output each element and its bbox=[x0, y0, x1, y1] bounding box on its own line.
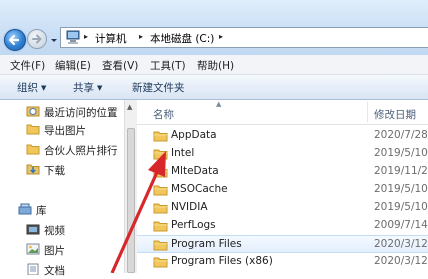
breadcrumb-separator[interactable]: ▸ bbox=[139, 32, 143, 41]
column-date-modified[interactable]: 修改日期 bbox=[374, 107, 416, 122]
back-button[interactable] bbox=[4, 29, 26, 51]
folder-icon bbox=[153, 240, 168, 251]
menu-edit[interactable]: 编辑(E) bbox=[55, 58, 91, 73]
table-row[interactable]: AppData 2020/7/28 bbox=[137, 127, 428, 145]
sort-caret-icon: ▲ bbox=[216, 100, 222, 108]
folder-icon bbox=[153, 203, 168, 214]
recent-pages-dropdown-icon[interactable] bbox=[50, 35, 58, 45]
nav-label: 导出图片 bbox=[44, 125, 86, 137]
file-name: Intel bbox=[171, 147, 195, 159]
table-row[interactable]: NVIDIA 2019/5/10 bbox=[137, 199, 428, 217]
table-row[interactable]: Program Files (x86) 2020/3/12 bbox=[137, 253, 428, 271]
downloads-icon bbox=[26, 164, 40, 175]
folder-icon bbox=[153, 185, 168, 196]
pictures-library-icon bbox=[26, 243, 40, 255]
nav-label: 最近访问的位置 bbox=[44, 107, 118, 119]
file-name: MlteData bbox=[171, 165, 219, 177]
forward-button[interactable] bbox=[27, 29, 47, 49]
nav-item-pictures[interactable]: 图片 bbox=[26, 241, 124, 259]
nav-label: 合伙人照片排行 bbox=[44, 145, 118, 157]
scroll-up-icon[interactable]: ▲ bbox=[127, 103, 132, 111]
breadcrumb-computer[interactable]: 计算机 bbox=[95, 31, 127, 46]
column-header: ▲ 名称 修改日期 bbox=[137, 100, 428, 125]
nav-item-partner-photos[interactable]: 合伙人照片排行 bbox=[26, 141, 124, 159]
navigation-scrollbar[interactable]: ▲ bbox=[124, 100, 137, 273]
table-row[interactable]: Intel 2019/5/10 bbox=[137, 145, 428, 163]
nav-label: 库 bbox=[36, 205, 47, 217]
table-row[interactable]: Program Files 2020/3/12 bbox=[137, 235, 428, 253]
video-library-icon bbox=[26, 224, 40, 235]
file-name: Program Files (x86) bbox=[171, 255, 273, 267]
new-folder-button[interactable]: 新建文件夹 bbox=[132, 80, 185, 95]
computer-icon bbox=[66, 30, 80, 44]
file-date: 2019/5/10 bbox=[374, 201, 428, 213]
table-row[interactable]: MSOCache 2019/5/10 bbox=[137, 181, 428, 199]
nav-item-export-images[interactable]: 导出图片 bbox=[26, 121, 124, 139]
organize-button[interactable]: 组织 ▼ bbox=[17, 80, 46, 95]
share-button[interactable]: 共享 ▼ bbox=[73, 80, 102, 95]
column-divider[interactable] bbox=[367, 102, 368, 122]
documents-library-icon bbox=[27, 263, 39, 275]
file-list: ▲ 名称 修改日期 AppData 2020/7/28 Intel 2019/5/10… bbox=[137, 100, 428, 273]
file-name: MSOCache bbox=[171, 183, 228, 195]
folder-icon bbox=[153, 131, 168, 142]
library-icon bbox=[18, 203, 32, 215]
scrollbar-thumb[interactable] bbox=[127, 128, 135, 273]
nav-item-downloads[interactable]: 下载 bbox=[26, 161, 124, 179]
file-date: 2020/3/12 bbox=[374, 238, 428, 250]
table-row[interactable]: MlteData 2019/11/25 bbox=[137, 163, 428, 181]
nav-item-libraries[interactable]: 库 bbox=[18, 201, 116, 219]
file-date: 2020/7/28 bbox=[374, 129, 428, 141]
menu-view[interactable]: 查看(V) bbox=[102, 58, 138, 73]
breadcrumb-separator[interactable]: ▸ bbox=[84, 32, 88, 41]
recent-places-icon bbox=[26, 106, 40, 117]
breadcrumb-local-disk[interactable]: 本地磁盘 (C:) bbox=[150, 31, 214, 46]
file-name: PerfLogs bbox=[171, 219, 216, 231]
command-bar: 组织 ▼ 共享 ▼ 新建文件夹 bbox=[0, 75, 428, 100]
menu-bar: 文件(F) 编辑(E) 查看(V) 工具(T) 帮助(H) bbox=[0, 55, 428, 75]
address-box[interactable]: ▸ 计算机 ▸ 本地磁盘 (C:) ▸ bbox=[60, 27, 428, 48]
folder-icon bbox=[153, 257, 168, 268]
folder-icon bbox=[153, 149, 168, 160]
menu-file[interactable]: 文件(F) bbox=[10, 58, 45, 73]
folder-icon bbox=[153, 167, 168, 178]
file-name: Program Files bbox=[171, 238, 242, 250]
file-name: NVIDIA bbox=[171, 201, 208, 213]
folder-icon bbox=[153, 221, 168, 232]
chevron-down-icon: ▼ bbox=[97, 84, 103, 92]
breadcrumb-separator[interactable]: ▸ bbox=[219, 32, 223, 41]
chevron-down-icon: ▼ bbox=[41, 84, 47, 92]
folder-icon bbox=[26, 144, 40, 155]
file-date: 2019/11/25 bbox=[374, 165, 428, 177]
file-date: 2020/3/12 bbox=[374, 255, 428, 267]
menu-help[interactable]: 帮助(H) bbox=[197, 58, 234, 73]
file-date: 2019/5/10 bbox=[374, 183, 428, 195]
nav-label: 下载 bbox=[44, 165, 65, 177]
file-date: 2009/7/14 bbox=[374, 219, 428, 231]
organize-label: 组织 bbox=[17, 82, 38, 94]
file-date: 2019/5/10 bbox=[374, 147, 428, 159]
nav-item-recent-places[interactable]: 最近访问的位置 bbox=[26, 103, 124, 121]
file-name: AppData bbox=[171, 129, 217, 141]
menu-tools[interactable]: 工具(T) bbox=[150, 58, 186, 73]
address-bar-area: ▸ 计算机 ▸ 本地磁盘 (C:) ▸ bbox=[0, 0, 428, 55]
folder-icon bbox=[26, 124, 40, 135]
navigation-pane: 最近访问的位置 导出图片 合伙人照片排行 下载 库 视频 图片 文档 bbox=[0, 100, 124, 277]
nav-label: 视频 bbox=[44, 225, 65, 237]
back-arrow-icon bbox=[8, 34, 20, 46]
nav-label: 图片 bbox=[44, 245, 65, 257]
forward-arrow-icon bbox=[32, 34, 42, 44]
nav-item-videos[interactable]: 视频 bbox=[26, 221, 124, 239]
table-row[interactable]: PerfLogs 2009/7/14 bbox=[137, 217, 428, 235]
share-label: 共享 bbox=[73, 82, 94, 94]
nav-label: 文档 bbox=[44, 265, 65, 277]
column-name[interactable]: 名称 bbox=[153, 107, 174, 122]
nav-item-documents[interactable]: 文档 bbox=[26, 261, 124, 279]
